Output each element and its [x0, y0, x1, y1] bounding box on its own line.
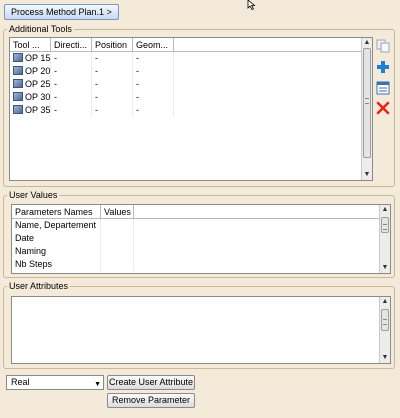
scroll-thumb[interactable] [381, 217, 389, 233]
parameter-value-cell[interactable] [101, 219, 134, 232]
position-cell: - [92, 65, 133, 78]
user-attributes-scrollbar[interactable]: ▲ ▼ [379, 297, 390, 363]
table-body: Name, Departement Date Naming Nb Steps [12, 219, 390, 271]
position-cell: - [92, 104, 133, 117]
position-cell: - [92, 52, 133, 65]
geometry-cell: - [133, 52, 174, 65]
column-header-geometry[interactable]: Geom... [133, 38, 174, 51]
scroll-down-icon[interactable]: ▼ [380, 353, 390, 363]
parameter-value-cell[interactable] [101, 245, 134, 258]
tool-name: OP 35 [25, 105, 51, 115]
tools-scrollbar[interactable]: ▲ ▼ [361, 38, 372, 180]
scroll-down-icon[interactable]: ▼ [380, 263, 390, 273]
scroll-thumb[interactable] [381, 309, 389, 331]
tool-name: OP 25 [25, 79, 51, 89]
additional-tools-table[interactable]: Tool ... Directi... Position Geom... OP … [9, 37, 373, 181]
user-values-table[interactable]: Parameters Names Values Name, Departemen… [11, 204, 391, 274]
chevron-down-icon[interactable]: ▼ [94, 378, 101, 391]
tool-name: OP 15 [25, 53, 51, 63]
direction-cell: - [51, 65, 92, 78]
tool-cell: OP 35 [10, 104, 51, 117]
delete-icon[interactable] [376, 101, 390, 115]
user-values-legend: User Values [9, 190, 58, 200]
copy-icon[interactable] [376, 39, 390, 53]
tool-icon [13, 66, 23, 75]
table-row[interactable]: OP 35 - - - [10, 104, 372, 117]
list-icon[interactable] [376, 81, 390, 95]
parameter-name-cell: Nb Steps [12, 258, 101, 271]
tool-cell: OP 25 [10, 78, 51, 91]
create-user-attribute-button[interactable]: Create User Attribute [107, 375, 195, 390]
table-row[interactable]: Name, Departement [12, 219, 390, 232]
geometry-cell: - [133, 65, 174, 78]
direction-cell: - [51, 78, 92, 91]
attribute-type-value: Real [11, 377, 30, 387]
scroll-down-icon[interactable]: ▼ [362, 170, 372, 180]
tool-name: OP 20 [25, 66, 51, 76]
table-header: Tool ... Directi... Position Geom... [10, 38, 372, 52]
add-icon[interactable] [376, 60, 390, 74]
user-attributes-legend: User Attributes [9, 281, 69, 291]
parameter-name-cell: Naming [12, 245, 101, 258]
column-header-value[interactable]: Values [101, 205, 134, 218]
remove-parameter-button[interactable]: Remove Parameter [107, 393, 195, 408]
tool-icon [13, 105, 23, 114]
tool-icon [13, 79, 23, 88]
column-header-parameter-name[interactable]: Parameters Names [12, 205, 101, 218]
position-cell: - [92, 91, 133, 104]
breadcrumb-button[interactable]: Process Method Plan.1 > [4, 4, 119, 20]
tool-icon [13, 92, 23, 101]
tool-cell: OP 30 [10, 91, 51, 104]
scroll-up-icon[interactable]: ▲ [380, 297, 390, 307]
direction-cell: - [51, 104, 92, 117]
parameter-name-cell: Date [12, 232, 101, 245]
parameter-value-cell[interactable] [101, 232, 134, 245]
column-header-direction[interactable]: Directi... [51, 38, 92, 51]
direction-cell: - [51, 52, 92, 65]
additional-tools-legend: Additional Tools [9, 24, 72, 34]
tool-cell: OP 15 [10, 52, 51, 65]
scroll-up-icon[interactable]: ▲ [380, 205, 390, 215]
parameter-value-cell[interactable] [101, 258, 134, 271]
table-body: OP 15 - - - OP 20 - - - OP 25 - - - OP 3… [10, 52, 372, 117]
tool-cell: OP 20 [10, 65, 51, 78]
column-header-tool[interactable]: Tool ... [10, 38, 51, 51]
direction-cell: - [51, 91, 92, 104]
table-row[interactable]: Naming [12, 245, 390, 258]
scroll-up-icon[interactable]: ▲ [362, 38, 372, 48]
user-values-scrollbar[interactable]: ▲ ▼ [379, 205, 390, 273]
table-row[interactable]: Nb Steps [12, 258, 390, 271]
geometry-cell: - [133, 91, 174, 104]
scroll-thumb[interactable] [363, 48, 371, 158]
column-header-position[interactable]: Position [92, 38, 133, 51]
tool-name: OP 30 [25, 92, 51, 102]
mouse-cursor-icon [247, 0, 256, 10]
position-cell: - [92, 78, 133, 91]
geometry-cell: - [133, 78, 174, 91]
user-attributes-table[interactable]: ▲ ▼ [11, 296, 391, 364]
geometry-cell: - [133, 104, 174, 117]
table-row[interactable]: Date [12, 232, 390, 245]
table-row[interactable]: OP 30 - - - [10, 91, 372, 104]
table-row[interactable]: OP 25 - - - [10, 78, 372, 91]
table-header: Parameters Names Values [12, 205, 390, 219]
tool-icon [13, 53, 23, 62]
table-row[interactable]: OP 20 - - - [10, 65, 372, 78]
parameter-name-cell: Name, Departement [12, 219, 101, 232]
table-row[interactable]: OP 15 - - - [10, 52, 372, 65]
attribute-type-select[interactable]: Real ▼ [6, 375, 104, 390]
